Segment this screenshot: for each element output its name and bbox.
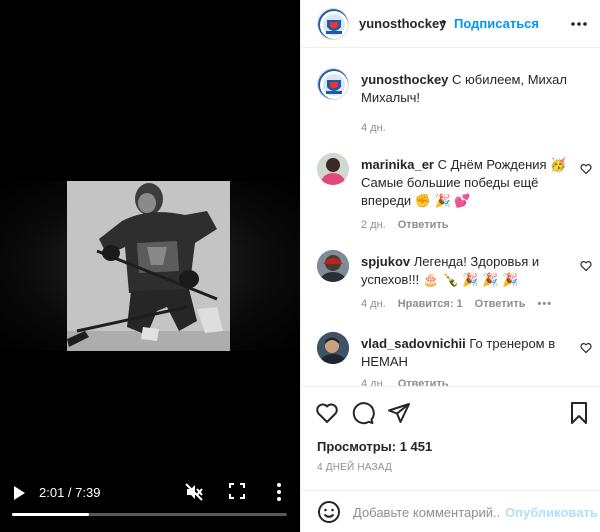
avatar[interactable] — [317, 68, 349, 100]
heart-icon[interactable] — [580, 163, 592, 175]
caption-time[interactable]: 4 дн. — [361, 122, 386, 134]
time-separator: / — [64, 485, 76, 500]
current-time: 2:01 — [39, 485, 65, 500]
club-logo-icon — [318, 69, 348, 99]
comments-list[interactable]: yunosthockey С юбилеем, Михал Михалыч! 4… — [301, 48, 600, 386]
comment-item: marinika_er С Днём Рождения 🥳 Самые боль… — [301, 153, 600, 233]
reply-button[interactable]: Ответить — [398, 378, 449, 386]
avatar[interactable] — [317, 250, 349, 282]
video-progress-fill — [12, 513, 89, 516]
comment-username[interactable]: spjukov — [361, 254, 410, 269]
club-logo-icon — [318, 9, 348, 39]
header-username[interactable]: yunosthockey — [359, 16, 446, 31]
instagram-post-modal: 2:01 / 7:39 yunosthockey • Подписаться y… — [0, 0, 600, 532]
comment-input[interactable] — [353, 502, 499, 522]
hockey-player-illustration — [67, 181, 230, 351]
user-photo-icon — [317, 250, 349, 282]
play-icon[interactable] — [12, 485, 26, 501]
views-label: Просмотры: — [317, 439, 397, 454]
more-horizontal-icon[interactable] — [569, 14, 589, 34]
caption-meta: 4 дн. — [361, 122, 398, 134]
comment-body: vlad_sadovnichii Го тренером в НЕМАН — [361, 335, 573, 371]
video-time: 2:01 / 7:39 — [39, 485, 100, 500]
comment-time[interactable]: 2 дн. — [361, 219, 386, 231]
fullscreen-icon[interactable] — [229, 483, 245, 499]
comment-meta: 2 дн. Ответить — [361, 219, 461, 231]
avatar[interactable] — [317, 332, 349, 364]
share-paper-plane-icon[interactable] — [387, 401, 411, 425]
comment-bubble-icon[interactable] — [351, 401, 375, 425]
heart-icon[interactable] — [580, 260, 592, 272]
comment-time[interactable]: 4 дн. — [361, 378, 386, 386]
video-still-hockey-player — [67, 181, 230, 351]
save-bookmark-icon[interactable] — [567, 401, 591, 425]
reply-button[interactable]: Ответить — [475, 298, 526, 310]
comment-item: spjukov Легенда! Здоровья и успехов!!! 🎂… — [301, 250, 600, 320]
more-vertical-icon[interactable] — [276, 482, 282, 502]
post-caption: yunosthockey С юбилеем, Михал Михалыч! 4… — [301, 68, 600, 138]
comment-body: spjukov Легенда! Здоровья и успехов!!! 🎂… — [361, 253, 573, 289]
comment-time[interactable]: 4 дн. — [361, 298, 386, 310]
comment-options-icon[interactable]: ••• — [538, 298, 553, 310]
emoji-smiley-icon[interactable] — [317, 500, 341, 524]
comment-body: marinika_er С Днём Рождения 🥳 Самые боль… — [361, 156, 573, 210]
comment-username[interactable]: marinika_er — [361, 157, 434, 172]
post-side-panel: yunosthockey • Подписаться yunosthockey … — [300, 0, 600, 532]
user-photo-icon — [317, 153, 349, 185]
comment-meta: 4 дн. Ответить — [361, 378, 461, 386]
user-photo-icon — [317, 332, 349, 364]
header-dot: • — [441, 14, 446, 29]
post-date[interactable]: 4 ДНЕЙ НАЗАД — [317, 462, 392, 473]
post-actions: Просмотры: 1 451 4 ДНЕЙ НАЗАД — [301, 386, 600, 496]
follow-button[interactable]: Подписаться — [454, 16, 539, 31]
avatar[interactable] — [317, 153, 349, 185]
video-progress-bar[interactable] — [12, 513, 287, 516]
likes-count[interactable]: Нравится: 1 — [398, 298, 463, 310]
comment-username[interactable]: vlad_sadovnichii — [361, 336, 466, 351]
duration: 7:39 — [75, 485, 101, 500]
post-header: yunosthockey • Подписаться — [301, 0, 600, 48]
views-number: 1 451 — [399, 439, 433, 454]
video-controls: 2:01 / 7:39 — [0, 476, 300, 516]
avatar[interactable] — [317, 8, 349, 40]
add-comment-bar: Опубликовать — [301, 490, 600, 532]
comment-item: vlad_sadovnichii Го тренером в НЕМАН 4 д… — [301, 332, 600, 386]
caption-body: yunosthockey С юбилеем, Михал Михалыч! — [361, 71, 573, 107]
like-heart-icon[interactable] — [315, 401, 339, 425]
muted-speaker-icon[interactable] — [185, 483, 203, 501]
comment-meta: 4 дн. Нравится: 1 Ответить ••• — [361, 298, 564, 310]
publish-button[interactable]: Опубликовать — [505, 505, 598, 520]
caption-username[interactable]: yunosthockey — [361, 72, 448, 87]
reply-button[interactable]: Ответить — [398, 219, 449, 231]
video-player[interactable]: 2:01 / 7:39 — [0, 0, 300, 532]
heart-icon[interactable] — [580, 342, 592, 354]
views-count[interactable]: Просмотры: 1 451 — [317, 439, 432, 454]
